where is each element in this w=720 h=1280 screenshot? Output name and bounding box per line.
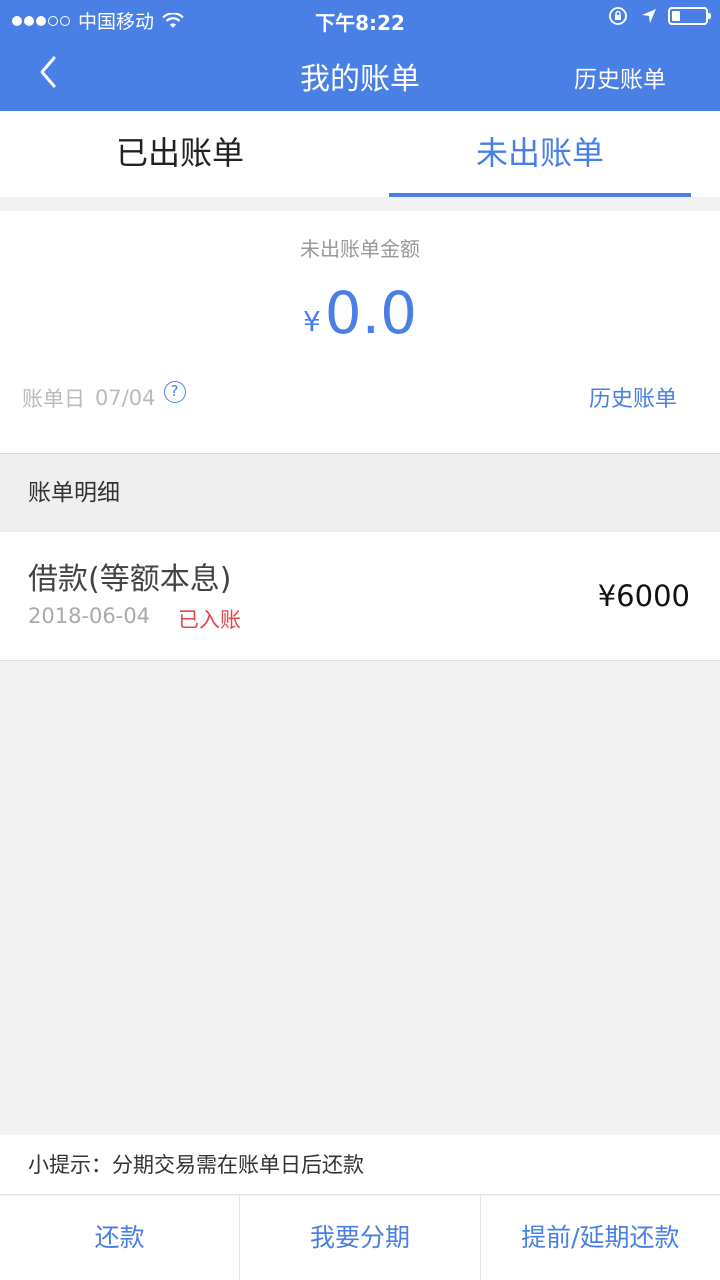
repay-button[interactable]: 还款 xyxy=(0,1196,241,1280)
early-delay-repay-button[interactable]: 提前/延期还款 xyxy=(481,1196,720,1280)
rotation-lock-icon xyxy=(609,7,627,25)
help-icon[interactable]: ? xyxy=(163,381,186,403)
battery-fill xyxy=(672,11,680,21)
location-arrow-icon xyxy=(642,9,656,23)
item-amount: ¥6000 xyxy=(597,579,690,613)
tab-unissued-bills[interactable]: 未出账单 xyxy=(360,111,720,197)
status-right xyxy=(608,6,711,26)
bill-tabs: 已出账单 未出账单 xyxy=(0,111,720,197)
summary-history-link[interactable]: 历史账单 xyxy=(589,381,677,413)
tab-issued-bills[interactable]: 已出账单 xyxy=(0,111,360,197)
top-bar: 中国移动 下午8:22 我的账单 历史账单 xyxy=(0,0,720,111)
list-item[interactable]: 借款(等额本息) 2018-06-04 已入账 ¥6000 xyxy=(0,532,720,661)
bill-summary: 未出账单金额 ¥0.0 账单日 07/04 ? 历史账单 xyxy=(0,211,720,454)
bill-day-value: 07/04 xyxy=(95,386,156,410)
item-date: 2018-06-04 xyxy=(28,604,151,628)
status-bar: 中国移动 下午8:22 xyxy=(0,0,720,36)
bottom-action-bar: 还款 我要分期 提前/延期还款 xyxy=(0,1196,720,1280)
history-bills-button[interactable]: 历史账单 xyxy=(574,60,666,94)
amount-value: 0.0 xyxy=(324,279,418,347)
item-title: 借款(等额本息) xyxy=(28,562,232,597)
currency-symbol: ¥ xyxy=(302,305,321,338)
battery-icon xyxy=(668,7,711,25)
installment-button[interactable]: 我要分期 xyxy=(240,1196,481,1280)
tip-text: 小提示：分期交易需在账单日后还款 xyxy=(0,1135,720,1195)
detail-header: 账单明细 xyxy=(0,455,720,532)
nav-bar: 我的账单 历史账单 xyxy=(0,36,720,111)
item-status: 已入账 xyxy=(178,608,241,632)
summary-amount: ¥0.0 xyxy=(0,279,720,347)
bill-day: 账单日 07/04 ? xyxy=(22,381,186,413)
active-tab-indicator xyxy=(389,193,691,197)
bill-day-label: 账单日 xyxy=(22,387,85,411)
summary-label: 未出账单金额 xyxy=(300,237,420,261)
